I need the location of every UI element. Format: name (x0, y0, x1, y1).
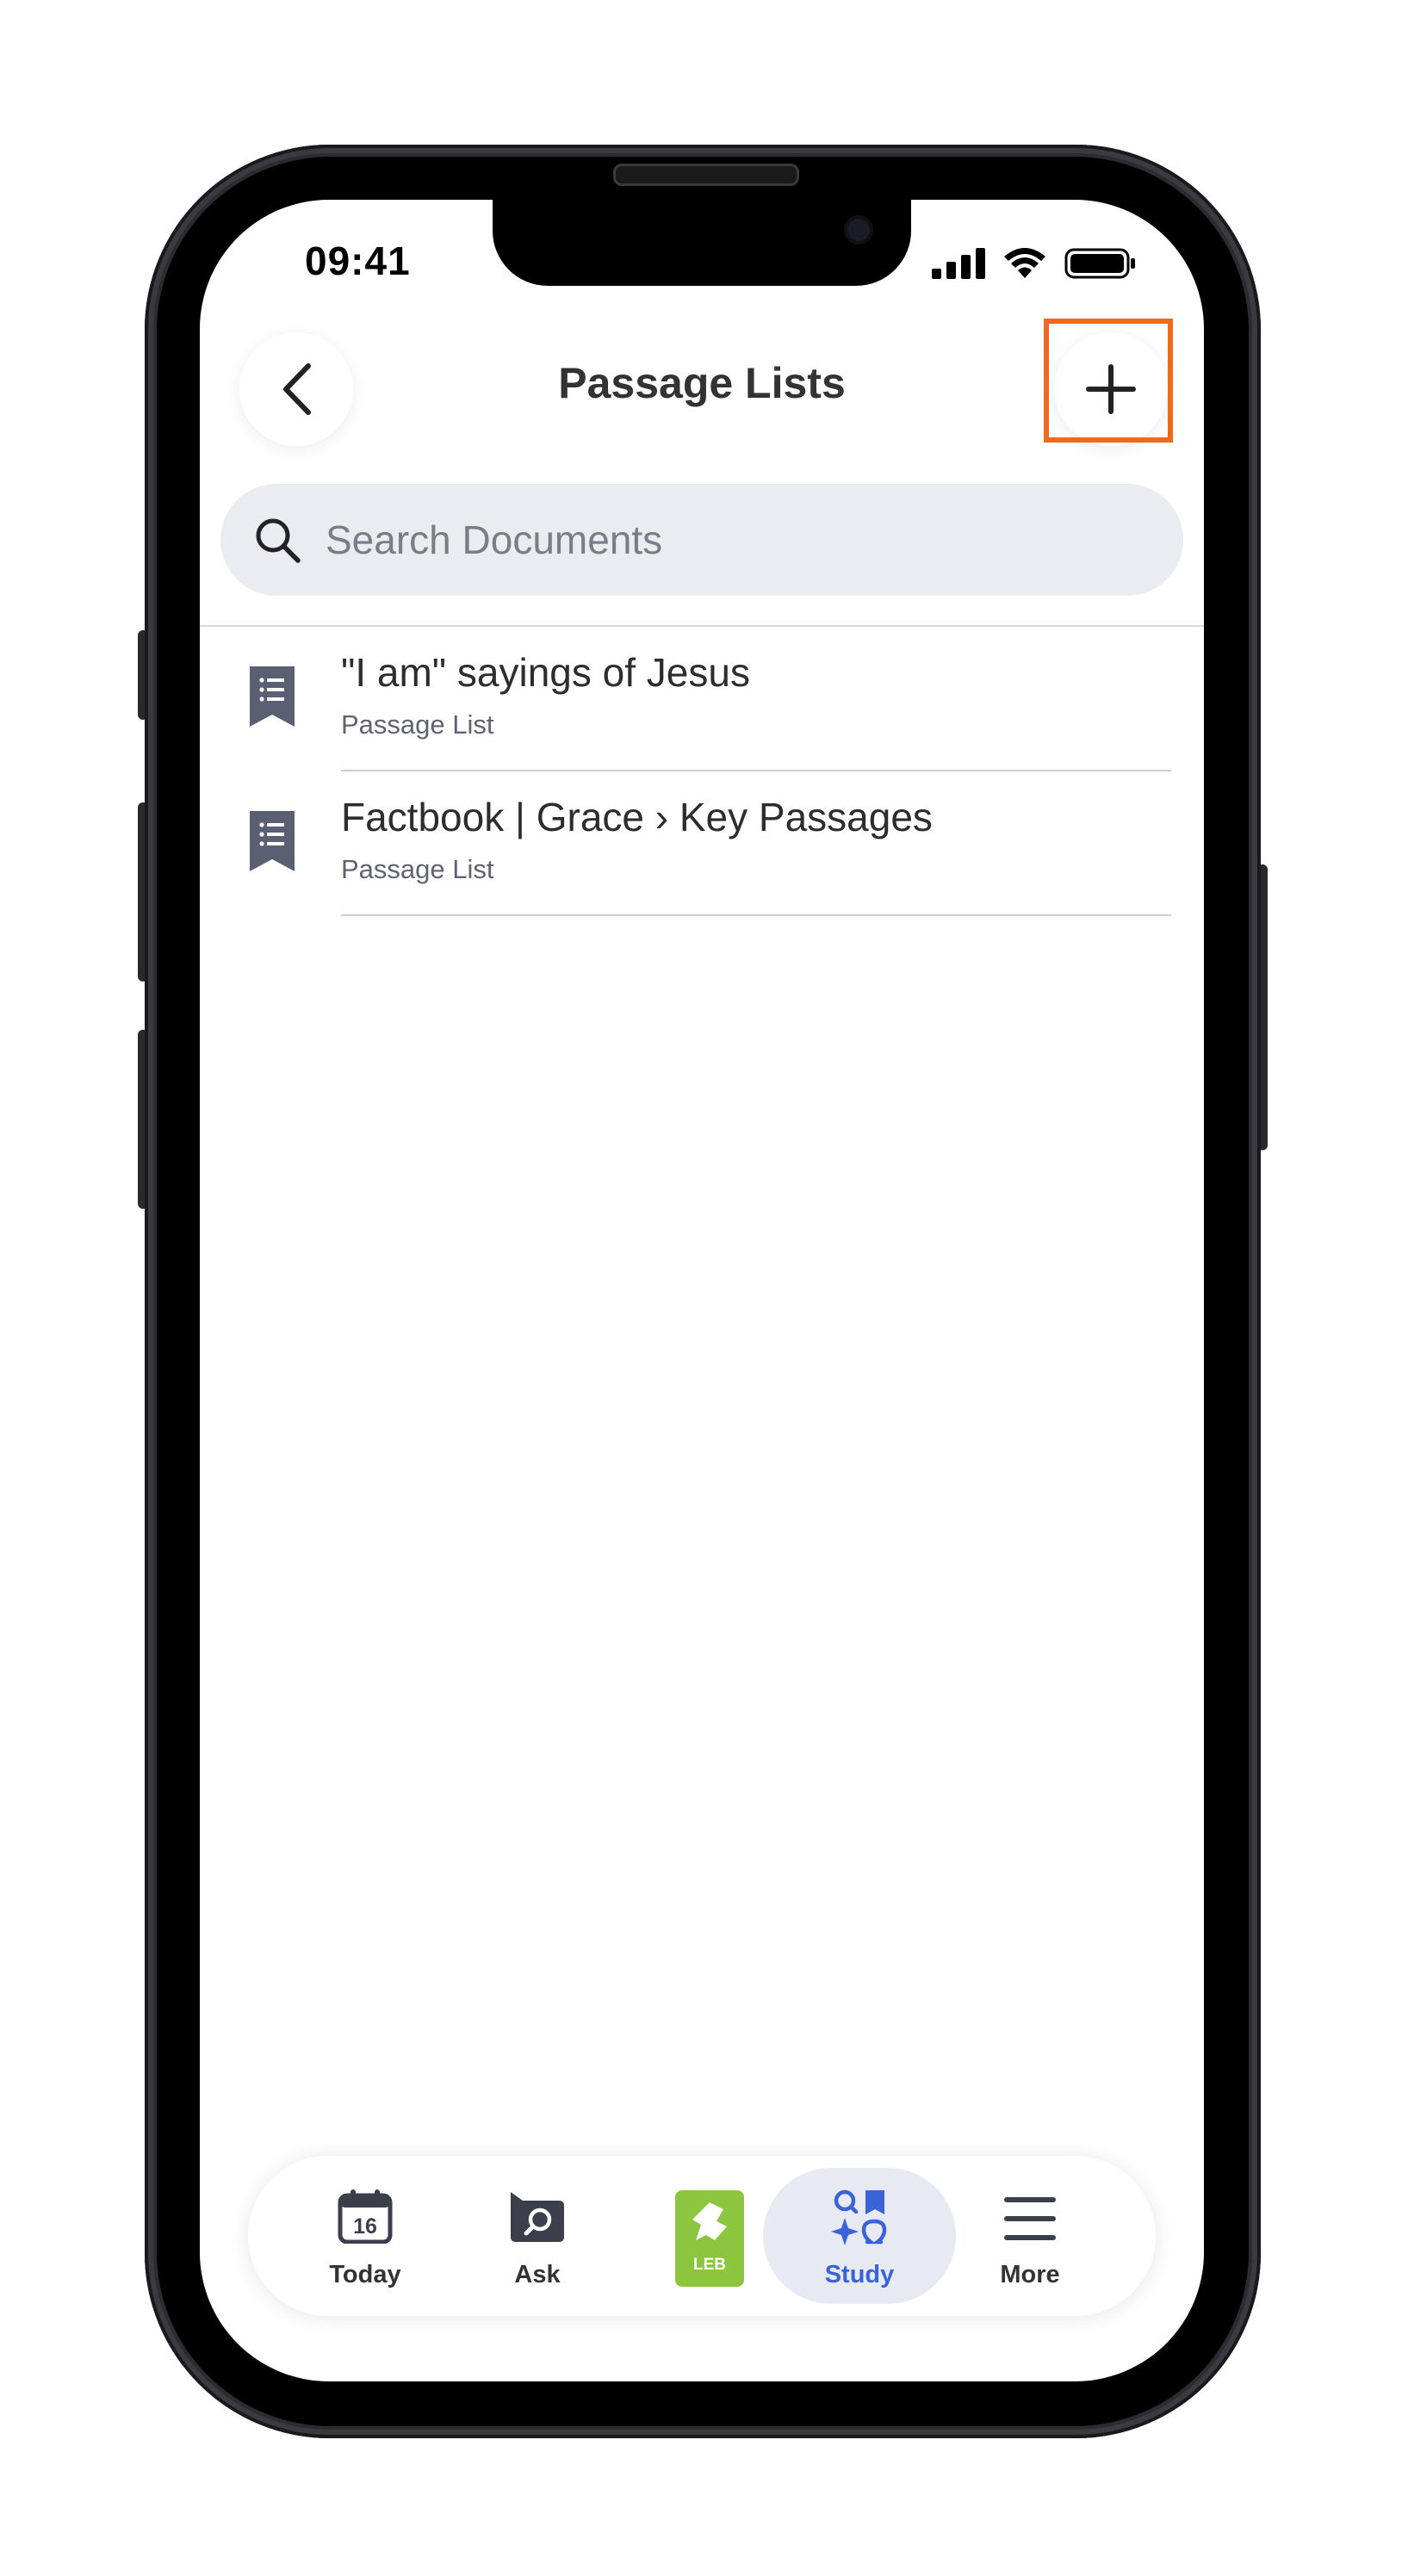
bible-leaf-icon (692, 2202, 727, 2240)
tab-more-label: More (1000, 2261, 1060, 2288)
speaker-grille (613, 164, 799, 186)
search-bar[interactable] (220, 484, 1183, 596)
cellular-signal-icon (932, 248, 985, 279)
battery-icon (1064, 248, 1135, 279)
front-camera (844, 215, 873, 245)
bible-book-icon: LEB (675, 2190, 744, 2287)
passage-list-icon (250, 666, 295, 727)
wifi-icon (1004, 248, 1045, 278)
tab-today[interactable]: 16 Today (279, 2156, 451, 2316)
list-item[interactable]: Factbook | Grace › Key Passages Passage … (200, 771, 1204, 916)
ask-search-bubble-icon (511, 2192, 564, 2242)
page-title: Passage Lists (558, 359, 846, 407)
notch (493, 200, 911, 286)
tab-bible[interactable]: LEB (623, 2156, 796, 2316)
study-icon (831, 2189, 887, 2245)
list-item-subtitle: Passage List (341, 854, 494, 884)
status-icons (932, 246, 1137, 281)
phone-screen: 09:41 Passage Lists Search Documents "I … (200, 200, 1204, 2381)
list-item-title: Factbook | Grace › Key Passages (341, 795, 933, 839)
tab-today-label: Today (329, 2261, 401, 2288)
plus-icon (1086, 364, 1136, 414)
passage-list-icon (250, 811, 295, 871)
search-icon (256, 518, 301, 563)
list-item-title: "I am" sayings of Jesus (341, 650, 750, 695)
list-item[interactable]: "I am" sayings of Jesus Passage List (200, 627, 1204, 771)
tab-ask[interactable]: Ask (451, 2156, 623, 2316)
tab-study-label: Study (824, 2261, 895, 2288)
search-input[interactable] (324, 516, 1102, 564)
tab-study[interactable]: Study (773, 2156, 946, 2316)
tab-ask-label: Ask (514, 2261, 561, 2288)
tab-bar: 16 Today Ask LEB Study More (248, 2156, 1156, 2316)
item-divider (341, 914, 1171, 916)
status-time: 09:41 (305, 238, 411, 283)
calendar-date: 16 (353, 2214, 377, 2239)
tab-more[interactable]: More (944, 2156, 1116, 2316)
list-item-subtitle: Passage List (341, 709, 494, 740)
menu-icon (1004, 2197, 1056, 2240)
bible-version-badge: LEB (693, 2256, 726, 2274)
add-passage-list-button[interactable] (1054, 332, 1168, 446)
header: Passage Lists (200, 319, 1204, 458)
